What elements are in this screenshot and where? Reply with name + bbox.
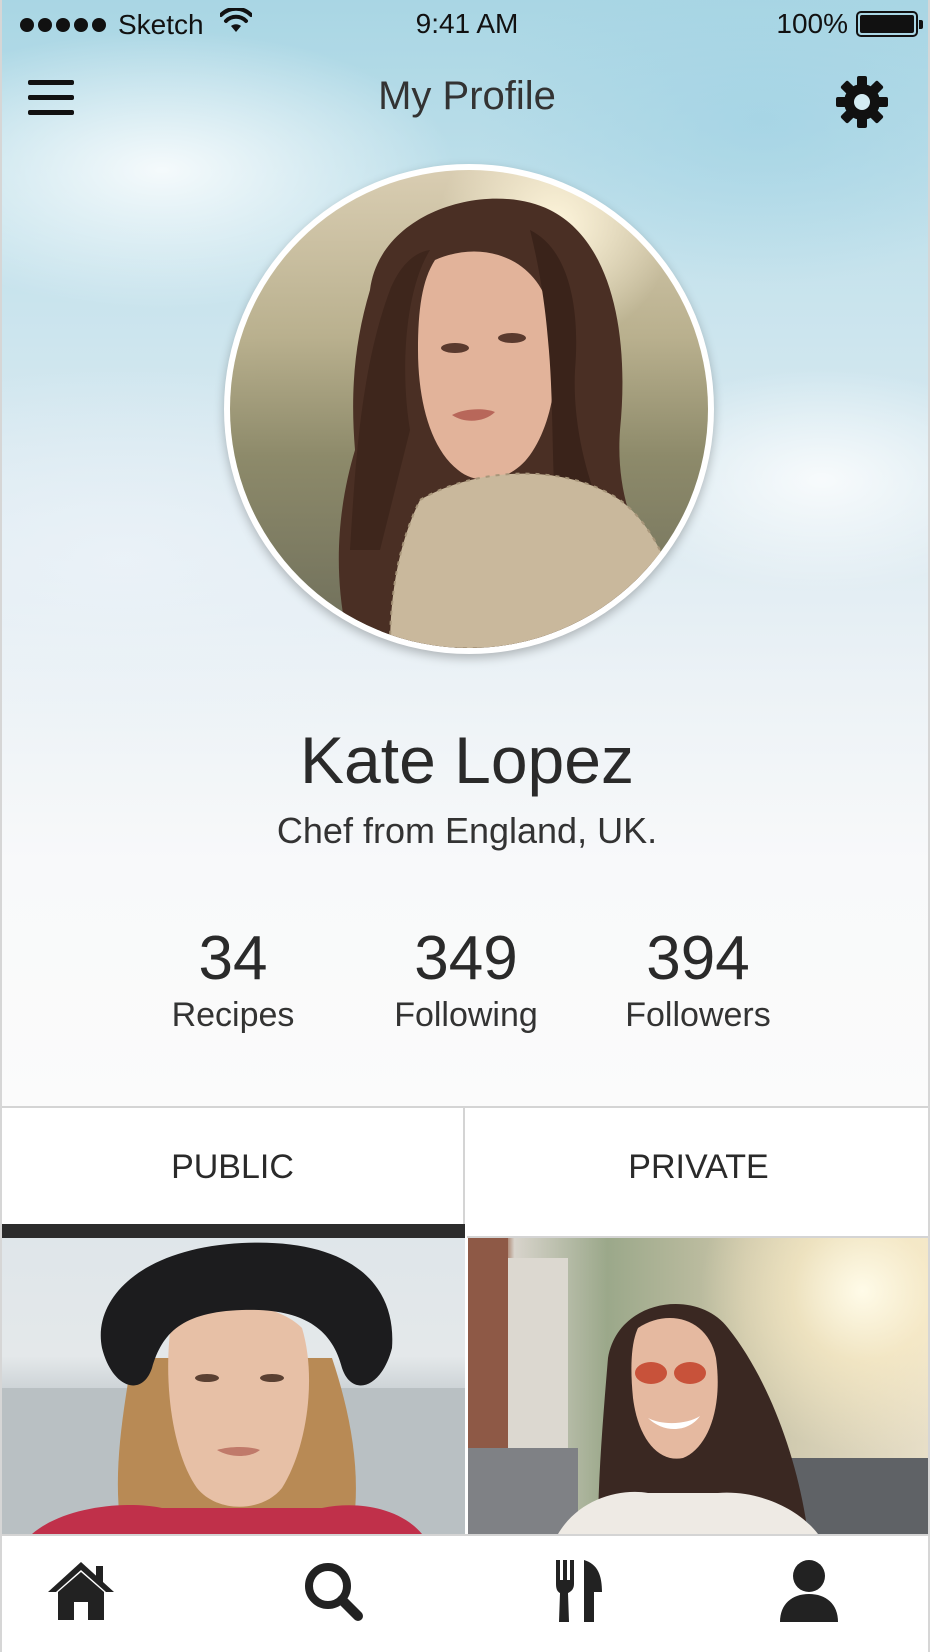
grid-photo[interactable] [2,1238,465,1534]
search-icon[interactable] [298,1556,378,1636]
tab-public[interactable]: PUBLIC [2,1108,465,1238]
stat-followers-value: 394 [646,924,750,993]
status-right: 100% [776,8,923,40]
grid-photo[interactable] [468,1238,928,1534]
battery-icon [856,11,923,37]
profile-bio: Chef from England, UK. [276,810,658,851]
recipe-visibility-tabs: PUBLIC PRIVATE [2,1106,928,1238]
status-bar: Sketch 9:41 AM 100% [2,0,928,52]
stat-recipes-value: 34 [198,924,268,993]
stat-recipes[interactable]: 34 Recipes [123,924,343,1035]
gear-icon[interactable] [834,74,890,130]
stat-following-label: Following [394,996,538,1034]
battery-percent: 100% [776,8,848,39]
active-tab-indicator [2,1224,465,1238]
profile-screen: Sketch 9:41 AM 100% My Profile Kate Lope… [0,0,930,1652]
avatar[interactable] [224,164,714,654]
tab-public-label: PUBLIC [171,1148,294,1186]
stat-followers[interactable]: 394 Followers [588,924,808,1035]
stat-followers-label: Followers [625,996,771,1034]
profile-name: Kate Lopez [300,723,634,797]
user-icon[interactable] [774,1556,854,1636]
fork-knife-icon[interactable] [546,1556,626,1636]
tab-private-label: PRIVATE [628,1148,769,1186]
nav-bar: My Profile [2,62,928,138]
bottom-tab-bar [2,1534,928,1652]
tab-private[interactable]: PRIVATE [467,1108,928,1238]
recipe-grid [2,1238,928,1534]
stat-following[interactable]: 349 Following [356,924,576,1035]
profile-stats: 34 Recipes 349 Following 394 Followers [2,924,928,1044]
stat-following-value: 349 [414,924,518,993]
home-icon[interactable] [46,1556,126,1636]
page-title: My Profile [378,74,556,118]
avatar-photo [230,170,708,648]
stat-recipes-label: Recipes [171,996,295,1034]
